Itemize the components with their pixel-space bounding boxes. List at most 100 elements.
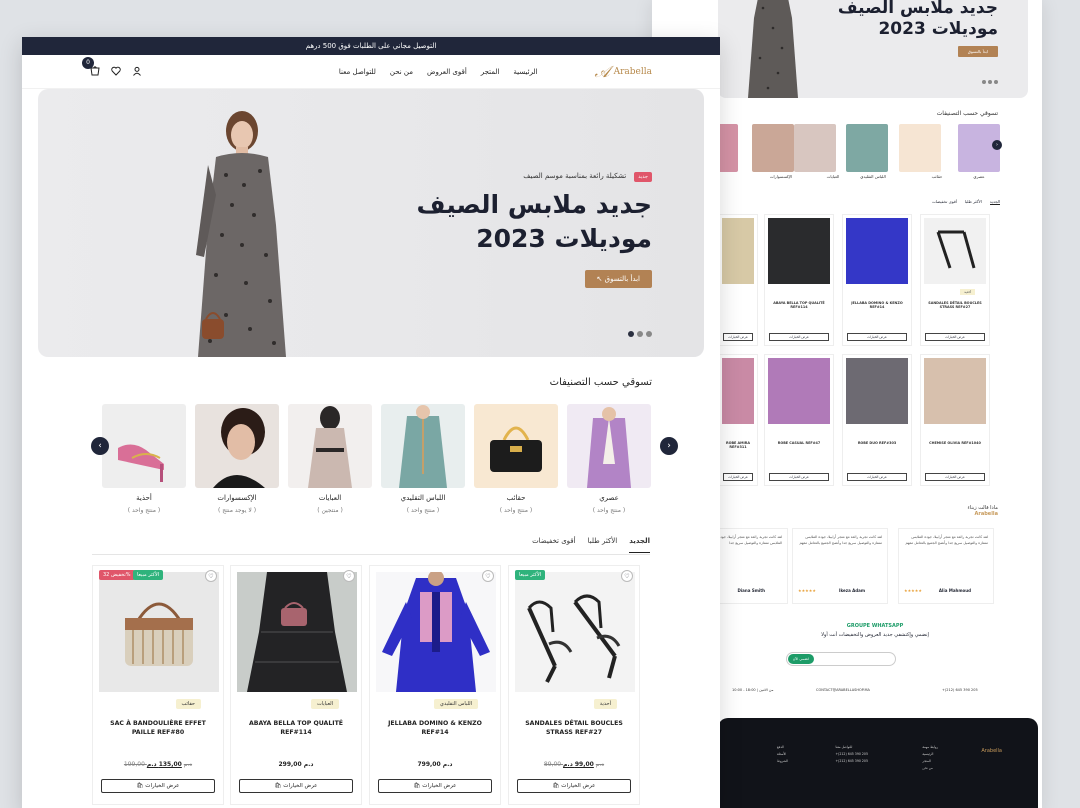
back-category-tile[interactable] (752, 124, 794, 172)
back-tab-popular[interactable]: الأكثر طلبا (965, 199, 982, 205)
product-card[interactable]: الأكثر مبيعا ♡ أحذية SANDALES DÉTAIL BOU… (508, 565, 640, 805)
category-image (102, 404, 186, 488)
back-product-image (722, 218, 754, 284)
back-whatsapp-input[interactable]: انضمي الآن (786, 652, 896, 666)
back-tab-deals[interactable]: أقوى تخفيضات (932, 199, 957, 205)
back-review-stars: ★★★★★ (904, 588, 922, 593)
tab-deals[interactable]: أقوى تخفيضات (532, 537, 576, 553)
back-contact-hours: 10:00 - 18:00 | من الاثنين (732, 688, 774, 692)
category-name: الإكسسوارات (217, 494, 257, 502)
back-category-tile[interactable] (794, 124, 836, 172)
product-price: 299,00 د.م (278, 761, 314, 768)
back-join-button[interactable]: انضمي الآن (788, 654, 814, 664)
back-product-card[interactable]: ROBE DUO REF#303 عرض الخيارات (842, 354, 912, 486)
heart-icon[interactable] (111, 66, 121, 78)
product-title[interactable]: JELLABA DOMINO & KENZO REF#14 (376, 719, 494, 737)
nav-item-home[interactable]: الرئيسية (513, 68, 537, 76)
back-product-card[interactable]: ROBE CASUAL REF#47 عرض الخيارات (764, 354, 834, 486)
user-icon[interactable] (132, 66, 142, 78)
nav-item-shop[interactable]: المتجر (481, 68, 500, 76)
back-tab-new[interactable]: الجديد (989, 199, 1000, 205)
product-grid: الأكثر مبيعا ♡ أحذية SANDALES DÉTAIL BOU… (92, 565, 640, 808)
cart-icon[interactable]: 0 (82, 56, 100, 78)
wishlist-heart-icon[interactable]: ♡ (621, 570, 633, 582)
back-categories-next-arrow[interactable]: › (992, 140, 1002, 150)
back-reviews-title: ماذا قالت زبناء Arabella (967, 505, 998, 517)
product-card[interactable]: ♡ اللباس التقليدي JELLABA DOMINO & KENZO… (369, 565, 501, 805)
category-card[interactable]: العبايات ( منتجين ) (288, 404, 372, 514)
back-product-title: ROBE CASUAL REF#47 (777, 441, 821, 445)
back-reviewer-name: Diana Smith (737, 588, 765, 593)
back-product-options-button[interactable]: عرض الخيارات (925, 473, 985, 481)
category-card[interactable]: حقائب ( منتج واحد ) (474, 404, 558, 514)
back-product-card[interactable]: ABAYA BELLA TOP QUALITÉ REF#114 عرض الخي… (764, 214, 834, 346)
back-hero-dots[interactable] (982, 80, 998, 84)
product-image (99, 572, 219, 692)
category-card[interactable]: اللباس التقليدي ( منتج واحد ) (381, 404, 465, 514)
back-hero-cta-button[interactable]: ابدأ بالتسوق (957, 46, 998, 57)
back-category-tile[interactable] (846, 124, 888, 172)
bestseller-badge: الأكثر مبيعا (133, 570, 164, 580)
wishlist-heart-icon[interactable]: ♡ (343, 570, 355, 582)
product-card[interactable]: تخفيض 32% الأكثر مبيعا ♡ حقائب SAC À BAN… (92, 565, 224, 805)
categories-next-arrow[interactable]: › (660, 437, 678, 455)
back-product-card[interactable]: CHEMISE OLIVIA REF#1040 عرض الخيارات (920, 354, 990, 486)
product-card[interactable]: ♡ العبايات ABAYA BELLA TOP QUALITÉ REF#1… (230, 565, 362, 805)
category-card[interactable]: الإكسسوارات ( لا يوجد منتج ) (195, 404, 279, 514)
category-card[interactable]: أحذية ( منتج واحد ) (102, 404, 186, 514)
main-page-mockup: التوصيل مجاني على الطلبات فوق 500 درهم 0… (22, 37, 720, 808)
back-product-card[interactable]: عرض الخيارات (718, 214, 758, 346)
back-product-image (768, 358, 830, 424)
nav-item-about[interactable]: من نحن (390, 68, 413, 76)
back-footer-logo: Arabella (981, 748, 1002, 754)
slider-dot[interactable] (628, 331, 634, 337)
categories-prev-arrow[interactable]: ‹ (91, 437, 109, 455)
back-product-options-button[interactable]: عرض الخيارات (925, 333, 985, 341)
nav-item-contact[interactable]: للتواصل معنا (339, 68, 376, 76)
category-image (474, 404, 558, 488)
back-category-tile[interactable] (718, 124, 738, 172)
category-count: ( منتج واحد ) (127, 507, 161, 514)
hero-model-image (196, 111, 286, 357)
hero-shop-now-button[interactable]: ابدأ بالتسوق ↖ (584, 270, 652, 288)
back-product-card[interactable]: JELLABA DOMINO & KENZO REF#14 عرض الخيار… (842, 214, 912, 346)
back-reviewer-name: Ikeza Adam (839, 588, 865, 593)
product-image (376, 572, 496, 692)
product-price: 89,00 د.م 99,00 د.م (543, 761, 605, 768)
back-product-options-button[interactable]: عرض الخيارات (723, 473, 753, 481)
brand-logo[interactable]: 𝒜 Arabella (594, 62, 652, 82)
view-options-button[interactable]: 🛍 عرض الخيارات (101, 779, 215, 793)
back-product-options-button[interactable]: عرض الخيارات (847, 333, 907, 341)
product-title[interactable]: ABAYA BELLA TOP QUALITÉ REF#114 (237, 719, 355, 737)
back-category-tile[interactable] (899, 124, 941, 172)
category-name: عصري (599, 494, 619, 502)
back-product-options-button[interactable]: عرض الخيارات (723, 333, 753, 341)
wishlist-heart-icon[interactable]: ♡ (205, 570, 217, 582)
back-product-card[interactable]: ROBE AMIRA REF#311 عرض الخيارات (718, 354, 758, 486)
nav-item-deals[interactable]: أقوى العروض (427, 68, 467, 76)
tab-new[interactable]: الجديد (629, 537, 650, 553)
hero-slider-dots[interactable] (628, 331, 652, 337)
view-options-button[interactable]: 🛍 عرض الخيارات (378, 779, 492, 793)
view-options-button[interactable]: 🛍 عرض الخيارات (239, 779, 353, 793)
back-review-stars: ★★★★★ (798, 588, 816, 593)
wishlist-heart-icon[interactable]: ♡ (482, 570, 494, 582)
back-product-options-button[interactable]: عرض الخيارات (769, 333, 829, 341)
back-product-options-button[interactable]: عرض الخيارات (769, 473, 829, 481)
categories-section-title: تسوقي حسب التصنيفات (549, 377, 652, 388)
back-review-card: لقد كانت تجربة رائعة مع متجر أرابيلا، جو… (792, 528, 888, 604)
back-product-options-button[interactable]: عرض الخيارات (847, 473, 907, 481)
product-title[interactable]: SANDALES DÉTAIL BOUCLES STRASS REF#27 (515, 719, 633, 737)
back-product-title: ROBE DUO REF#303 (857, 441, 897, 445)
tab-popular[interactable]: الأكثر طلبا (588, 537, 618, 553)
category-card[interactable]: عصري ( منتج واحد ) (567, 404, 651, 514)
slider-dot[interactable] (646, 331, 652, 337)
product-title[interactable]: SAC À BANDOULIÈRE EFFET PAILLE REF#80 (99, 719, 217, 737)
category-image (567, 404, 651, 488)
view-options-button[interactable]: 🛍 عرض الخيارات (517, 779, 631, 793)
announcement-bar: التوصيل مجاني على الطلبات فوق 500 درهم (22, 37, 720, 55)
slider-dot[interactable] (637, 331, 643, 337)
category-count: ( منتج واحد ) (592, 507, 626, 514)
category-name: اللباس التقليدي (400, 494, 446, 502)
back-product-card[interactable]: أحذية SANDALES DÉTAIL BOUCLES STRASS REF… (920, 214, 990, 346)
